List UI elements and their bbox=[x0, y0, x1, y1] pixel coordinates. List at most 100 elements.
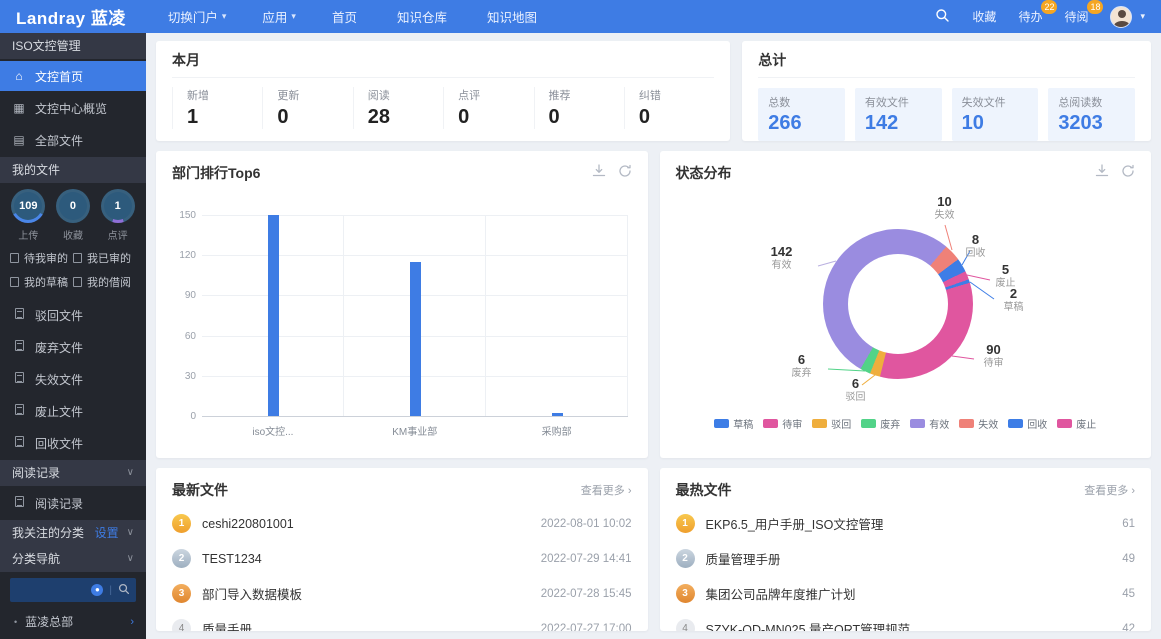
sidebar-reading-header[interactable]: 阅读记录∨ bbox=[0, 460, 146, 486]
pie-chart-area: 草稿 待审 驳回 bbox=[660, 187, 1152, 456]
file-read-count: 61 bbox=[1122, 518, 1135, 530]
refresh-icon[interactable] bbox=[1121, 164, 1135, 183]
menu-item[interactable]: 切换门户 ▾ bbox=[168, 7, 227, 26]
menu-item[interactable]: 知识地图 bbox=[487, 7, 541, 26]
stat-label: 阅读 bbox=[368, 87, 443, 103]
latest-more-link[interactable]: 查看更多 › bbox=[581, 482, 632, 498]
file-title[interactable]: EKP6.5_用户手册_ISO文控管理 bbox=[706, 514, 1112, 533]
menu-item[interactable]: 应用 ▾ bbox=[262, 7, 296, 26]
sidebar-stat[interactable]: 0 收藏 bbox=[56, 189, 90, 242]
sidebar-file-item[interactable]: 回收文件 bbox=[0, 428, 146, 458]
sidebar-file-items: 驳回文件 废弃文件 失效文件 废止文件 bbox=[0, 300, 146, 458]
doc-icon bbox=[73, 253, 82, 263]
month-stats: 新增 1 更新 0 阅读 28 bbox=[172, 78, 714, 129]
legend-item[interactable]: 废弃 bbox=[861, 416, 900, 431]
file-title[interactable]: 部门导入数据模板 bbox=[202, 584, 530, 603]
file-title[interactable]: TEST1234 bbox=[202, 552, 530, 566]
app-logo[interactable]: Landray 蓝凌 bbox=[16, 4, 126, 29]
file-row[interactable]: 1 EKP6.5_用户手册_ISO文控管理 61 bbox=[676, 506, 1136, 541]
file-row[interactable]: 1 ceshi220801001 2022-08-01 10:02 bbox=[172, 506, 632, 541]
category-search-input[interactable] bbox=[16, 584, 85, 596]
file-row[interactable]: 2 TEST1234 2022-07-29 14:41 bbox=[172, 541, 632, 576]
file-row[interactable]: 2 质量管理手册 49 bbox=[676, 541, 1136, 576]
sidebar-quick-link[interactable]: 我的草稿 bbox=[10, 274, 73, 290]
sidebar-quick-link[interactable]: 我的借阅 bbox=[73, 274, 136, 290]
sidebar-category-header[interactable]: 分类导航∨ bbox=[0, 546, 146, 572]
sidebar-stat[interactable]: 109 上传 bbox=[11, 189, 45, 242]
rank-badge: 3 bbox=[172, 584, 191, 603]
file-title[interactable]: SZYK-QD-MN025 量产ORT管理规范 ... bbox=[706, 619, 1112, 631]
stat-value: 0 bbox=[639, 106, 714, 129]
sidebar-file-item[interactable]: 废弃文件 bbox=[0, 332, 146, 362]
total-stat-tile[interactable]: 失效文件 10 bbox=[952, 88, 1039, 141]
sidebar-reading-item[interactable]: 阅读记录 bbox=[0, 488, 146, 518]
month-summary-card: 本月 新增 1 更新 0 阅 bbox=[156, 41, 730, 141]
menu-item[interactable]: 知识仓库 bbox=[397, 7, 451, 26]
sidebar-nav-item[interactable]: ▤ 全部文件 bbox=[0, 125, 146, 155]
legend-item[interactable]: 草稿 bbox=[714, 416, 753, 431]
chevron-down-icon[interactable]: ▾ bbox=[1140, 11, 1145, 22]
legend-item[interactable]: 驳回 bbox=[812, 416, 851, 431]
legend-label: 废弃 bbox=[880, 416, 900, 431]
legend-item[interactable]: 有效 bbox=[910, 416, 949, 431]
file-title[interactable]: 集团公司品牌年度推广计划 bbox=[706, 584, 1112, 603]
month-stat: 新增 1 bbox=[172, 87, 262, 129]
file-title[interactable]: ceshi220801001 bbox=[202, 517, 530, 531]
stat-label: 推荐 bbox=[549, 87, 624, 103]
donut-chart[interactable] bbox=[823, 229, 973, 379]
stat-label: 点评 bbox=[458, 87, 533, 103]
settings-link[interactable]: 设置 bbox=[95, 520, 119, 546]
file-read-count: 42 bbox=[1122, 623, 1135, 632]
sidebar-quick-links: 待我审的 我已审的 我的草稿 我的借阅 bbox=[0, 246, 146, 298]
bar[interactable] bbox=[552, 413, 563, 416]
pie-chart-title: 状态分布 bbox=[676, 163, 732, 183]
legend-item[interactable]: 待审 bbox=[763, 416, 802, 431]
favorites-link[interactable]: 收藏 bbox=[972, 8, 996, 25]
download-icon[interactable] bbox=[1095, 164, 1109, 183]
search-icon[interactable] bbox=[935, 8, 950, 26]
legend-item[interactable]: 回收 bbox=[1008, 416, 1047, 431]
file-row[interactable]: 4 质量手册 2022-07-27 17:00 bbox=[172, 611, 632, 631]
toread-link[interactable]: 待阅18 bbox=[1064, 8, 1088, 25]
file-row[interactable]: 3 集团公司品牌年度推广计划 45 bbox=[676, 576, 1136, 611]
sidebar-file-item[interactable]: 驳回文件 bbox=[0, 300, 146, 330]
advanced-search-icon[interactable]: ● bbox=[91, 584, 103, 596]
refresh-icon[interactable] bbox=[618, 164, 632, 183]
avatar[interactable] bbox=[1110, 6, 1132, 28]
hottest-more-link[interactable]: 查看更多 › bbox=[1084, 482, 1135, 498]
sidebar-nav-item[interactable]: ▦ 文控中心概览 bbox=[0, 93, 146, 123]
pie-callout-label: 8回收 bbox=[956, 233, 996, 259]
search-icon[interactable] bbox=[118, 583, 130, 598]
bar[interactable] bbox=[410, 262, 421, 416]
menu-item[interactable]: 首页 bbox=[332, 7, 361, 26]
category-tree-item[interactable]: • 蓝凌总部 › bbox=[0, 608, 146, 635]
legend-item[interactable]: 废止 bbox=[1057, 416, 1096, 431]
total-stat-tile[interactable]: 总数 266 bbox=[758, 88, 845, 141]
file-title[interactable]: 质量手册 bbox=[202, 619, 530, 631]
sidebar-quick-link[interactable]: 我已审的 bbox=[73, 250, 136, 266]
pie-callout-label: 5废止 bbox=[986, 263, 1026, 289]
sidebar-followed-header[interactable]: 我关注的分类 设置∨ bbox=[0, 520, 146, 546]
sidebar-file-item[interactable]: 失效文件 bbox=[0, 364, 146, 394]
legend-item[interactable]: 失效 bbox=[959, 416, 998, 431]
legend-swatch bbox=[861, 419, 876, 428]
bar[interactable] bbox=[268, 215, 279, 416]
file-title[interactable]: 质量管理手册 bbox=[706, 549, 1112, 568]
stat-label: 上传 bbox=[11, 227, 45, 242]
sidebar-nav-item[interactable]: ⌂ 文控首页 bbox=[0, 61, 146, 91]
pie-callout-label: 142有效 bbox=[760, 245, 804, 271]
sidebar-stat[interactable]: 1 点评 bbox=[101, 189, 135, 242]
category-tree-item[interactable]: • 深圳蓝凌 › bbox=[0, 635, 146, 639]
todo-label: 待办 bbox=[1018, 10, 1042, 24]
file-row[interactable]: 3 部门导入数据模板 2022-07-28 15:45 bbox=[172, 576, 632, 611]
chevron-down-icon: ∨ bbox=[127, 520, 134, 546]
bar-x-label: 采购部 bbox=[512, 423, 602, 438]
total-stat-tile[interactable]: 有效文件 142 bbox=[855, 88, 942, 141]
total-stat-tile[interactable]: 总阅读数 3203 bbox=[1048, 88, 1135, 141]
sidebar-file-item[interactable]: 废止文件 bbox=[0, 396, 146, 426]
todo-link[interactable]: 待办22 bbox=[1018, 8, 1042, 25]
sidebar-quick-link[interactable]: 待我审的 bbox=[10, 250, 73, 266]
month-stat: 更新 0 bbox=[262, 87, 352, 129]
file-row[interactable]: 4 SZYK-QD-MN025 量产ORT管理规范 ... 42 bbox=[676, 611, 1136, 631]
download-icon[interactable] bbox=[592, 164, 606, 183]
